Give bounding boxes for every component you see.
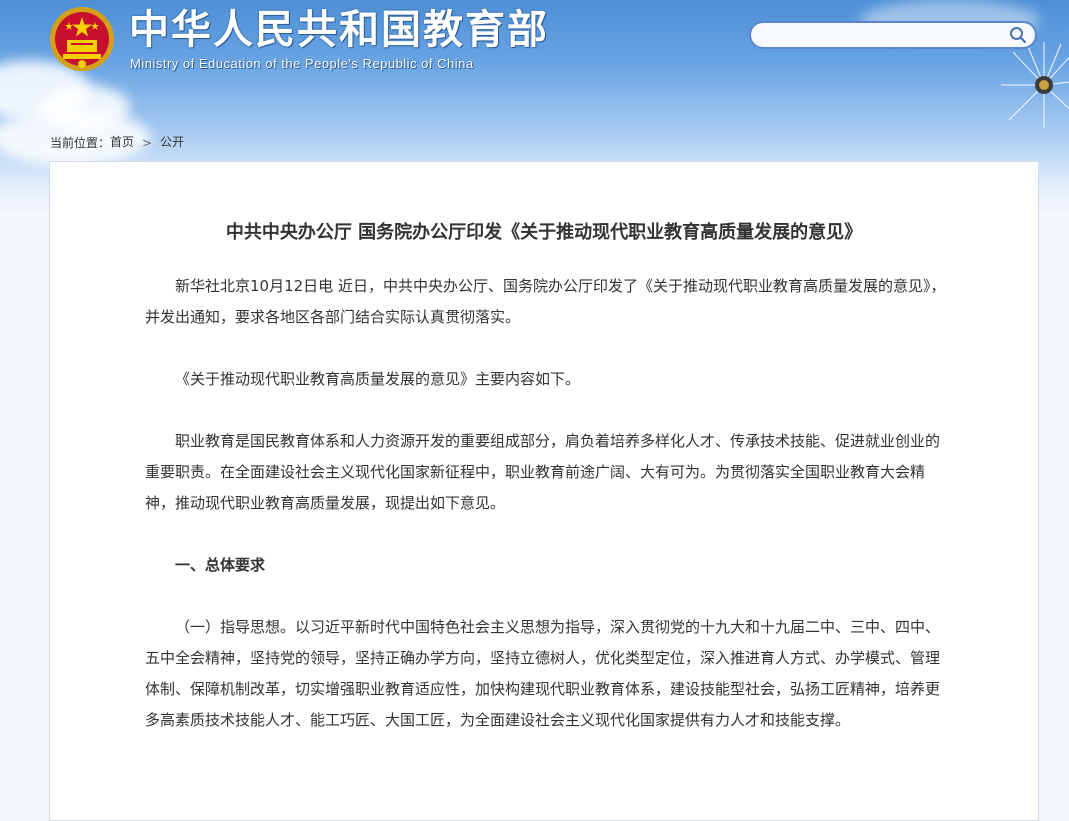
article-paragraph: 职业教育是国民教育体系和人力资源开发的重要组成部分，肩负着培养多样化人才、传承技… <box>145 432 941 512</box>
breadcrumb: 当前位置：首页 > 公开 <box>50 133 184 151</box>
section-heading: 一、总体要求 <box>175 556 266 574</box>
article-body: 新华社北京10月12日电 近日，中共中央办公厅、国务院办公厅印发了《关于推动现代… <box>145 271 948 767</box>
breadcrumb-separator: > <box>142 135 153 150</box>
article-paragraph: （一）指导思想。以习近平新时代中国特色社会主义思想为指导，深入贯彻党的十九大和十… <box>145 618 941 729</box>
search-icon[interactable] <box>1009 26 1027 44</box>
breadcrumb-current-link[interactable]: 公开 <box>160 135 184 149</box>
article-paragraph: 新华社北京10月12日电 近日，中共中央办公厅、国务院办公厅印发了《关于推动现代… <box>145 277 946 326</box>
breadcrumb-home-link[interactable]: 首页 <box>110 135 134 149</box>
breadcrumb-prefix: 当前位置： <box>50 136 111 150</box>
article-paragraph: 《关于推动现代职业教育高质量发展的意见》主要内容如下。 <box>175 370 581 388</box>
search-input[interactable] <box>763 26 1007 46</box>
article-panel: 中共中央办公厅 国务院办公厅印发《关于推动现代职业教育高质量发展的意见》 新华社… <box>49 161 1039 821</box>
site-title-english: Ministry of Education of the People's Re… <box>130 56 474 71</box>
national-emblem-icon <box>50 7 114 71</box>
search-box[interactable] <box>749 21 1037 49</box>
dandelion-icon <box>1001 42 1069 128</box>
site-title: 中华人民共和国教育部 <box>129 7 549 53</box>
article-title: 中共中央办公厅 国务院办公厅印发《关于推动现代职业教育高质量发展的意见》 <box>225 222 863 243</box>
